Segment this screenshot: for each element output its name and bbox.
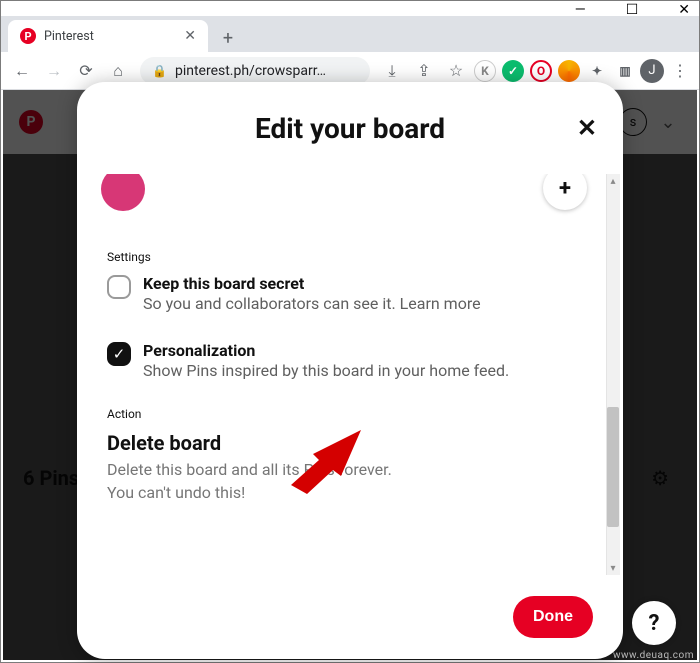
window-controls: — ☐ ✕ — [0, 0, 700, 16]
extension-icon[interactable]: ✓ — [502, 60, 524, 82]
done-button[interactable]: Done — [513, 596, 593, 638]
delete-board-description-line1: Delete this board and all its Pins forev… — [107, 459, 583, 481]
lock-icon: 🔒 — [152, 64, 167, 78]
modal-footer: Done — [77, 575, 623, 659]
extensions-puzzle-icon[interactable]: ✦ — [586, 60, 608, 82]
personalization-description: Show Pins inspired by this board in your… — [143, 360, 509, 382]
scroll-up-icon[interactable]: ▴ — [606, 174, 620, 188]
personalization-checkbox[interactable]: ✓ — [107, 342, 131, 366]
edit-board-modal: Edit your board ✕ + Settings Keep this b… — [77, 82, 623, 659]
share-icon[interactable]: ⇪ — [410, 57, 438, 85]
pinterest-favicon-icon: P — [20, 28, 36, 44]
install-app-icon[interactable]: ⤓ — [378, 57, 406, 85]
chrome-menu-button[interactable]: ⋮ — [668, 61, 692, 80]
browser-tab-strip: P Pinterest ✕ + — [0, 16, 700, 52]
delete-board-title: Delete board — [107, 431, 583, 455]
window-close-button[interactable]: ✕ — [678, 2, 690, 18]
browser-tab-pinterest[interactable]: P Pinterest ✕ — [8, 20, 208, 52]
collaborators-row: + — [107, 174, 583, 222]
tab-title: Pinterest — [44, 29, 176, 44]
modal-header: Edit your board ✕ — [77, 82, 623, 174]
profile-avatar[interactable]: J — [640, 59, 664, 83]
url-text: pinterest.ph/crowsparr… — [175, 63, 326, 79]
action-section-label: Action — [107, 407, 583, 421]
back-button[interactable]: ← — [8, 57, 36, 85]
personalization-title: Personalization — [143, 341, 509, 360]
window-minimize-button[interactable]: — — [575, 2, 586, 18]
extension-icons: K ✓ O ✦ ▥ — [474, 60, 636, 82]
extension-icon[interactable] — [558, 60, 580, 82]
delete-board-action[interactable]: Delete board Delete this board and all i… — [107, 431, 583, 504]
scrollbar-track[interactable]: ▴ ▾ — [606, 174, 620, 575]
extension-icon[interactable]: ▥ — [614, 60, 636, 82]
new-tab-button[interactable]: + — [214, 24, 242, 52]
collaborator-avatar[interactable] — [101, 174, 145, 211]
modal-body: + Settings Keep this board secret So you… — [77, 174, 623, 575]
tab-close-icon[interactable]: ✕ — [184, 28, 196, 44]
reload-button[interactable]: ⟳ — [72, 57, 100, 85]
extension-icon[interactable]: K — [474, 60, 496, 82]
home-button[interactable]: ⌂ — [104, 57, 132, 85]
forward-button[interactable]: → — [40, 57, 68, 85]
window-maximize-button[interactable]: ☐ — [626, 2, 639, 18]
scrollbar-thumb[interactable] — [607, 407, 619, 527]
watermark-text: www.deuaq.com — [613, 650, 694, 661]
extension-icon[interactable]: O — [530, 60, 552, 82]
personalization-toggle-row[interactable]: ✓ Personalization Show Pins inspired by … — [107, 341, 583, 382]
delete-board-description-line2: You can't undo this! — [107, 482, 583, 504]
address-bar[interactable]: 🔒 pinterest.ph/crowsparr… — [140, 57, 370, 85]
help-button[interactable]: ? — [632, 601, 676, 645]
modal-title: Edit your board — [255, 112, 445, 145]
scroll-down-icon[interactable]: ▾ — [606, 561, 620, 575]
bookmark-icon[interactable]: ☆ — [442, 57, 470, 85]
modal-close-button[interactable]: ✕ — [577, 114, 597, 142]
